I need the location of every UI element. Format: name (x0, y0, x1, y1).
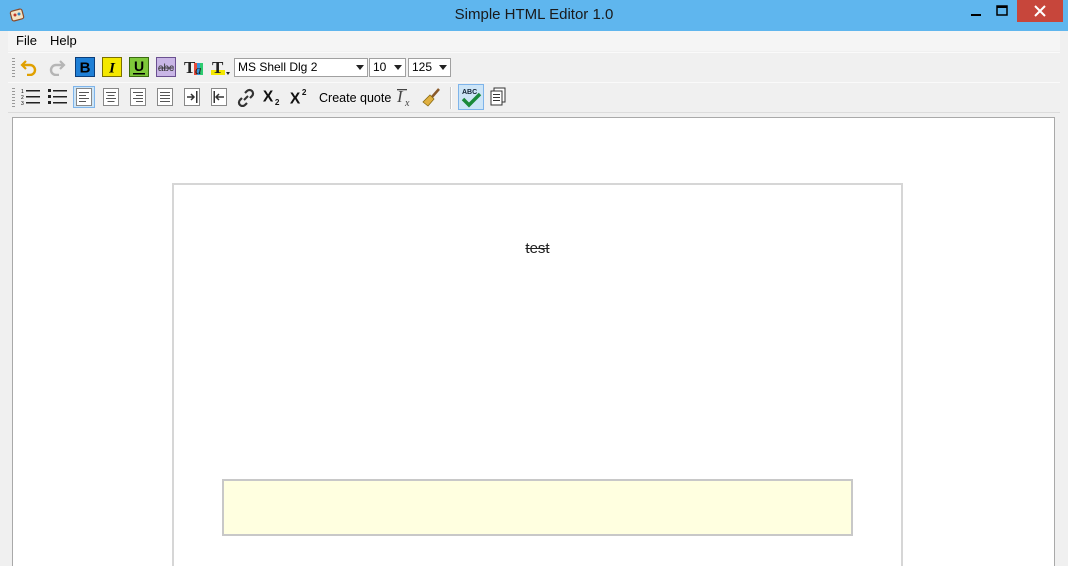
toolbar-grip[interactable] (12, 88, 15, 108)
document-text[interactable]: test (174, 240, 901, 257)
menu-file[interactable]: File (12, 33, 41, 48)
numbered-list-button[interactable]: 1 2 3 (20, 86, 42, 108)
underline-button[interactable]: U (128, 56, 150, 78)
bullet-list-icon (48, 89, 67, 104)
close-icon (1034, 5, 1046, 17)
chevron-down-icon (439, 65, 447, 70)
align-right-icon (130, 88, 146, 106)
spellcheck-button[interactable]: ABC (458, 84, 484, 110)
subscript-icon: X 2 (263, 89, 280, 108)
clear-formatting-icon: I x (396, 87, 410, 107)
close-button[interactable] (1017, 0, 1063, 22)
align-justify-button[interactable] (154, 86, 176, 108)
clear-formatting-button[interactable]: I x (394, 86, 416, 108)
chevron-down-icon (394, 65, 402, 70)
bold-button[interactable]: B (74, 56, 96, 78)
superscript-button[interactable]: X 2 (289, 86, 311, 108)
font-size-select[interactable]: 10 (369, 58, 406, 77)
font-family-value: MS Shell Dlg 2 (238, 60, 318, 74)
toolbar-separator (450, 87, 452, 109)
document-icon (490, 87, 506, 106)
svg-text:T: T (212, 58, 224, 77)
italic-button[interactable]: I (101, 56, 123, 78)
bullet-list-button[interactable] (47, 86, 69, 108)
cleanup-button[interactable] (421, 86, 443, 108)
align-left-icon (76, 88, 92, 106)
highlight-button[interactable]: T (209, 56, 231, 78)
outdent-button[interactable] (208, 86, 230, 108)
svg-text:a: a (195, 62, 202, 77)
title-bar: Simple HTML Editor 1.0 (0, 0, 1068, 31)
minimize-button[interactable] (962, 0, 990, 22)
subscript-button[interactable]: X 2 (262, 86, 284, 108)
svg-text:x: x (404, 98, 410, 107)
document-page[interactable]: test (172, 183, 903, 566)
svg-text:U: U (134, 58, 144, 74)
svg-text:3: 3 (21, 101, 24, 107)
indent-button[interactable] (181, 86, 203, 108)
chevron-down-icon (356, 65, 364, 70)
svg-text:B: B (80, 60, 91, 77)
maximize-button[interactable] (988, 0, 1016, 22)
undo-icon (20, 60, 37, 76)
paragraph-toolbar: 1 2 3 X 2 X 2 Create quote I x ABC (8, 82, 1060, 113)
underline-icon: U (129, 57, 149, 77)
menu-help[interactable]: Help (46, 33, 81, 48)
align-center-icon (103, 88, 119, 106)
font-family-select[interactable]: MS Shell Dlg 2 (234, 58, 368, 77)
align-left-button[interactable] (73, 86, 95, 108)
source-view-button[interactable] (487, 86, 509, 108)
zoom-select[interactable]: 125 (408, 58, 451, 77)
svg-text:ABC: ABC (462, 89, 477, 96)
strikethrough-button[interactable]: abc (155, 56, 177, 78)
svg-text:X: X (263, 89, 274, 106)
svg-text:X: X (290, 90, 301, 107)
menu-bar: File Help (8, 31, 1060, 51)
font-size-value: 10 (373, 60, 387, 74)
bold-icon: B (75, 57, 95, 77)
superscript-icon: X 2 (290, 88, 307, 107)
window-title: Simple HTML Editor 1.0 (454, 6, 614, 23)
italic-icon: I (102, 57, 122, 77)
svg-text:2: 2 (275, 98, 280, 107)
strikethrough-icon: abc (156, 57, 176, 77)
align-center-button[interactable] (100, 86, 122, 108)
zoom-value: 125 (412, 60, 433, 74)
numbered-list-icon: 1 2 3 (21, 89, 40, 107)
redo-icon (49, 60, 66, 76)
text-color-icon: T a (184, 58, 203, 77)
align-right-button[interactable] (127, 86, 149, 108)
text-color-button[interactable]: T a (182, 56, 204, 78)
formatting-toolbar: B I U abc T a T MS Shell Dlg 2 10 125 (8, 52, 1060, 83)
svg-text:2: 2 (302, 88, 307, 97)
align-justify-icon (157, 88, 173, 106)
insert-link-button[interactable] (235, 86, 257, 108)
maximize-icon (996, 5, 1008, 16)
indent-icon (184, 88, 200, 106)
link-icon (237, 88, 255, 107)
create-quote-button[interactable]: Create quote (319, 88, 391, 108)
minimize-icon (971, 14, 981, 16)
outdent-icon (211, 88, 227, 106)
redo-button[interactable] (46, 56, 68, 78)
quote-block[interactable] (222, 479, 853, 536)
highlight-icon: T (211, 58, 230, 77)
undo-button[interactable] (18, 56, 40, 78)
svg-text:I: I (108, 61, 116, 77)
broom-icon (422, 88, 440, 107)
toolbar-grip[interactable] (12, 58, 15, 78)
spellcheck-icon: ABC (461, 89, 482, 108)
